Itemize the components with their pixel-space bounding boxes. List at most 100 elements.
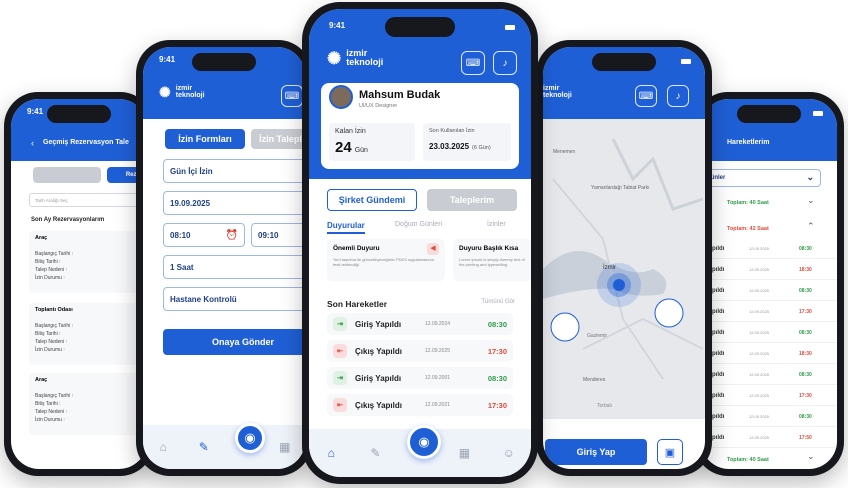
- card-row: Başlangıç Tarihi :: [35, 393, 73, 399]
- home-icon[interactable]: ⌂: [322, 444, 340, 462]
- profile-card[interactable]: Mahsum Budak UI/UX Designer Kalan İzin 2…: [321, 83, 519, 169]
- activity-row[interactable]: ⇥ Giriş Yapıldı 12.09.2001 08:30: [327, 367, 513, 389]
- messages-icon[interactable]: ⌨: [635, 85, 657, 107]
- profile-icon[interactable]: ☺: [500, 444, 518, 462]
- leave-type-field[interactable]: Gün İçi İzin: [163, 159, 305, 183]
- activity-row[interactable]: ⇥ Giriş Yapıldı 12.09.2024 08:30: [327, 313, 513, 335]
- chevron-down-icon[interactable]: ⌄: [807, 451, 815, 462]
- recent-activity-title: Son Hareketler: [327, 299, 387, 309]
- activity-label: Giriş Yapıldı: [355, 319, 402, 329]
- card-row: Talep Nedeni :: [35, 409, 67, 415]
- card-row: Başlangıç Tarihi :: [35, 251, 73, 257]
- logo: ✺ izmir teknoloji: [327, 49, 383, 67]
- tab-leave-requests[interactable]: İzin Talepleri: [251, 129, 305, 149]
- activity-row[interactable]: Yapıldı 12.09.2025 17:50: [701, 428, 837, 448]
- page-title: Hareketlerim: [727, 139, 770, 146]
- calendar-icon[interactable]: ▦: [276, 438, 294, 456]
- activity-row[interactable]: Yapıldı 12.09.2025 08:30: [701, 407, 837, 427]
- checkin-button[interactable]: Giriş Yap: [545, 439, 647, 465]
- activity-row[interactable]: Yapıldı 12.09.2025 08:30: [701, 365, 837, 385]
- submit-button[interactable]: Onaya Gönder: [163, 329, 305, 355]
- activity-row[interactable]: Yapıldı 12.09.2025 08:30: [701, 323, 837, 343]
- activity-row[interactable]: Yapıldı 12.09.2025 08:30: [701, 239, 837, 259]
- calendar-icon[interactable]: ▦: [455, 444, 473, 462]
- section-title: Son Ay Rezervasyonlarım: [31, 217, 105, 223]
- date-range-input[interactable]: Tarih Aralığı Seç: [29, 193, 147, 207]
- activity-row[interactable]: Yapıldı 12.09.2025 18:30: [701, 260, 837, 280]
- map-label: Yamanlardağı Tabiat Parkı: [591, 185, 650, 191]
- notch: [47, 105, 111, 123]
- notification-icon[interactable]: ♪: [493, 51, 517, 75]
- activity-time: 08:30: [799, 287, 812, 294]
- remaining-leave-box: Kalan İzin 24 Gün: [329, 123, 415, 161]
- map-view[interactable]: Menemen Yamanlardağı Tabiat Parkı İzmir …: [543, 119, 705, 419]
- card-row: Talep Nedeni :: [35, 267, 67, 273]
- tab-birthdays[interactable]: Doğum Günleri: [395, 221, 442, 228]
- messages-icon[interactable]: ⌨: [281, 85, 303, 107]
- activity-row[interactable]: Yapıldı 12.09.2025 17:30: [701, 302, 837, 322]
- chevron-down-icon[interactable]: ⌄: [807, 195, 815, 206]
- status-time: 9:41: [159, 55, 176, 64]
- login-icon: ⇥: [333, 371, 347, 385]
- notification-icon[interactable]: ♪: [667, 85, 689, 107]
- reservation-card[interactable]: Toplantı Odası Başlangıç Tarihi : Bitiş …: [29, 303, 147, 365]
- location-fab[interactable]: ◉: [235, 423, 265, 453]
- notch: [737, 105, 801, 123]
- last-leave-box: Son Kullanılan İzin 23.03.2025 (6 Gün): [423, 123, 511, 161]
- see-all-link[interactable]: Tümünü Gör: [481, 299, 515, 305]
- map-label: Torbalı: [597, 403, 613, 409]
- logo-icon: ✺: [327, 48, 342, 68]
- activity-date: 12.09.2025: [749, 372, 770, 377]
- card-row: İzin Durumu :: [35, 417, 65, 423]
- login-icon: ⇥: [333, 317, 347, 331]
- activity-row[interactable]: Yapıldı 12.09.2025 17:30: [701, 386, 837, 406]
- activity-row[interactable]: Yapıldı 12.09.2025 08:30: [701, 281, 837, 301]
- chevron-up-icon[interactable]: ⌃: [807, 221, 815, 232]
- bottom-nav: ⌂ ✎ ▦: [143, 425, 305, 469]
- messages-icon[interactable]: ⌨: [461, 51, 485, 75]
- company-agenda-button[interactable]: Şirket Gündemi: [327, 189, 417, 211]
- duration-field[interactable]: 1 Saat: [163, 255, 305, 279]
- announcement-card[interactable]: Duyuru Başlık Kısa Lorem ipsum is simply…: [453, 239, 531, 281]
- leave-type-value: Gün İçi İzin: [170, 166, 213, 176]
- tab-announcements[interactable]: Duyurular: [327, 221, 365, 234]
- activity-time: 08:30: [799, 371, 812, 378]
- activity-time: 18:30: [799, 266, 812, 273]
- app-showcase: 9:41 ‹ Geçmiş Rezervasyon Tale Rez. Tari…: [0, 0, 848, 488]
- logo: izmir teknoloji: [543, 85, 572, 99]
- home-icon[interactable]: ⌂: [154, 438, 172, 456]
- screen-leave-form: 9:41 ✺ izmir teknoloji ⌨ İzin Formları İ…: [143, 47, 305, 469]
- activity-row[interactable]: Yapıldı 12.09.2025 18:30: [701, 344, 837, 364]
- end-time-field[interactable]: 09:10: [251, 223, 305, 247]
- reservation-card[interactable]: Araç Başlangıç Tarihi : Bitiş Tarihi : T…: [29, 231, 147, 293]
- filter-select[interactable]: Günler ⌄: [701, 169, 821, 187]
- activity-time: 17:50: [799, 434, 812, 441]
- document-icon[interactable]: ✎: [367, 444, 385, 462]
- date-range-placeholder: Tarih Aralığı Seç: [35, 198, 68, 203]
- activity-row[interactable]: ⇤ Çıkış Yapıldı 12.09.2025 17:30: [327, 340, 513, 362]
- announcement-card[interactable]: Önemli Duyuru ◀ Yeni taşınma ile güncell…: [327, 239, 445, 281]
- document-icon[interactable]: ✎: [195, 438, 213, 456]
- tab-leaves[interactable]: İzinler: [487, 221, 506, 228]
- card-row: Bitiş Tarihi :: [35, 331, 61, 337]
- my-requests-button[interactable]: Taleplerim: [427, 189, 517, 211]
- total-bottom: Toplam: 40 Saat: [727, 457, 769, 463]
- end-time-value: 09:10: [258, 230, 279, 240]
- card-row: İzin Durumu :: [35, 275, 65, 281]
- logo-line1: izmir: [543, 85, 560, 92]
- tab-history[interactable]: [33, 167, 101, 183]
- location-fab[interactable]: ◉: [407, 425, 441, 459]
- logo-line2: teknoloji: [175, 92, 205, 99]
- activity-row[interactable]: ⇤ Çıkış Yapıldı 12.09.2021 17:30: [327, 394, 513, 416]
- card-title: Araç: [35, 235, 48, 241]
- start-time-field[interactable]: 08:10 ⏰: [163, 223, 245, 247]
- tab-leave-forms[interactable]: İzin Formları: [165, 129, 245, 149]
- date-field[interactable]: 19.09.2025: [163, 191, 305, 215]
- remaining-leave-label: Kalan İzin: [335, 128, 366, 135]
- reason-field[interactable]: Hastane Kontrolü: [163, 287, 305, 311]
- start-time-value: 08:10: [170, 230, 191, 240]
- reservation-card[interactable]: Araç Başlangıç Tarihi : Bitiş Tarihi : T…: [29, 373, 147, 435]
- qr-icon[interactable]: ▣: [657, 439, 683, 465]
- back-icon[interactable]: ‹: [31, 138, 34, 148]
- card-row: Bitiş Tarihi :: [35, 259, 61, 265]
